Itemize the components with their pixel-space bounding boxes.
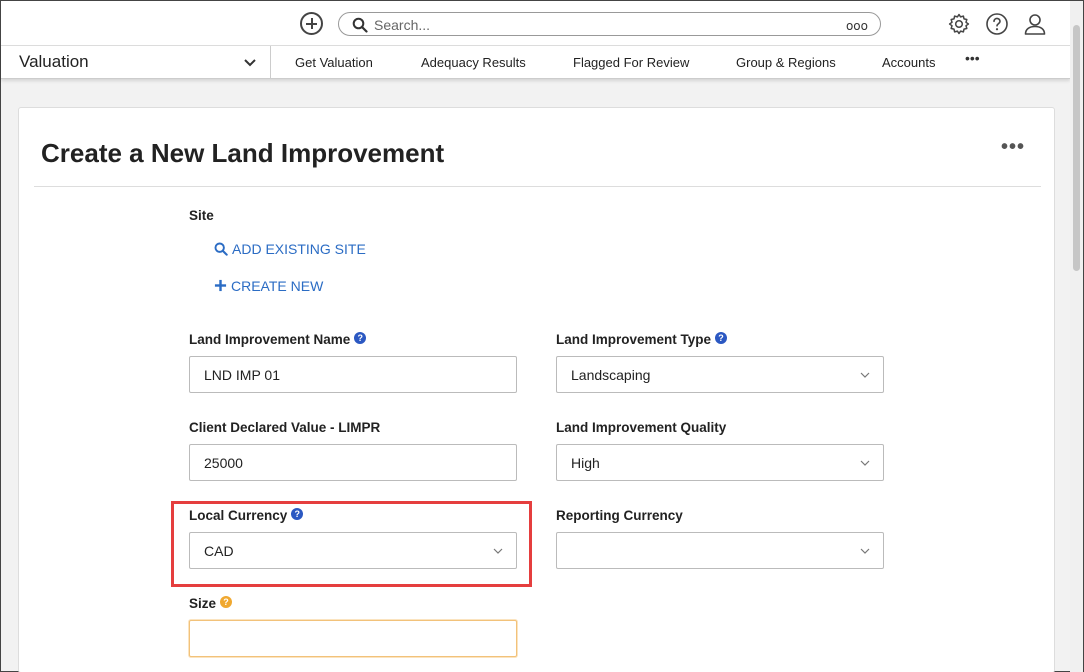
chevron-down-icon (860, 372, 870, 378)
nav-item-flagged-for-review[interactable]: Flagged For Review (573, 55, 689, 70)
selected-value: CAD (204, 543, 234, 559)
plus-icon (214, 279, 227, 292)
reporting-currency-label: Reporting Currency (556, 508, 683, 523)
page-title: Create a New Land Improvement (41, 138, 445, 168)
reporting-currency-select[interactable] (556, 532, 884, 569)
top-bar: ooo (1, 1, 1083, 46)
land-improvement-name-input[interactable] (189, 356, 517, 393)
search-icon (214, 242, 228, 256)
selected-value: High (571, 455, 600, 471)
client-declared-value-input[interactable] (189, 444, 517, 481)
search-input[interactable] (374, 16, 824, 33)
search-icon (352, 17, 368, 33)
chevron-down-icon (860, 460, 870, 466)
site-label: Site (189, 208, 214, 223)
nav-item-accounts[interactable]: Accounts (882, 55, 935, 70)
search-options-icon[interactable]: ooo (846, 19, 868, 33)
size-label: Size? (189, 596, 233, 611)
more-options-icon[interactable]: ••• (1001, 136, 1025, 159)
divider (34, 186, 1041, 187)
scrollbar-up[interactable] (1070, 1, 1083, 21)
search-box[interactable]: ooo (338, 12, 881, 36)
nav-divider (270, 46, 271, 79)
scrollbar[interactable] (1070, 21, 1083, 672)
nav-item-group-regions[interactable]: Group & Regions (736, 55, 836, 70)
land-improvement-type-label: Land Improvement Type? (556, 332, 728, 347)
add-circle-icon[interactable] (300, 12, 323, 35)
nav-item-adequacy-results[interactable]: Adequacy Results (421, 55, 526, 70)
nav-item-get-valuation[interactable]: Get Valuation (295, 55, 373, 70)
chevron-down-icon (860, 548, 870, 554)
scrollbar-thumb[interactable] (1073, 25, 1080, 271)
land-improvement-quality-label: Land Improvement Quality (556, 420, 727, 435)
gear-icon[interactable] (947, 12, 971, 36)
help-icon[interactable]: ? (291, 508, 304, 520)
size-input[interactable] (189, 620, 517, 657)
help-icon[interactable] (985, 12, 1009, 36)
warning-help-icon[interactable]: ? (220, 596, 233, 608)
selected-value: Landscaping (571, 367, 651, 383)
land-improvement-name-label: Land Improvement Name? (189, 332, 367, 347)
land-improvement-type-select[interactable]: Landscaping (556, 356, 884, 393)
nav-bar: Valuation Get Valuation Adequacy Results… (1, 46, 1070, 79)
local-currency-select[interactable]: CAD (189, 532, 517, 569)
add-existing-site-label: ADD EXISTING SITE (232, 241, 366, 257)
create-new-button[interactable]: CREATE NEW (214, 278, 323, 294)
local-currency-label: Local Currency? (189, 508, 304, 523)
client-declared-value-label: Client Declared Value - LIMPR (189, 420, 381, 435)
land-improvement-quality-select[interactable]: High (556, 444, 884, 481)
add-existing-site-button[interactable]: ADD EXISTING SITE (214, 241, 366, 257)
chevron-down-icon[interactable] (243, 56, 257, 70)
help-icon[interactable]: ? (715, 332, 728, 344)
nav-more-icon[interactable]: ••• (965, 50, 980, 66)
form-card: Create a New Land Improvement ••• (18, 107, 1055, 672)
create-new-label: CREATE NEW (231, 278, 324, 294)
chevron-down-icon (493, 548, 503, 554)
help-icon[interactable]: ? (354, 332, 367, 344)
app-title[interactable]: Valuation (19, 52, 89, 72)
user-icon[interactable] (1023, 12, 1047, 36)
